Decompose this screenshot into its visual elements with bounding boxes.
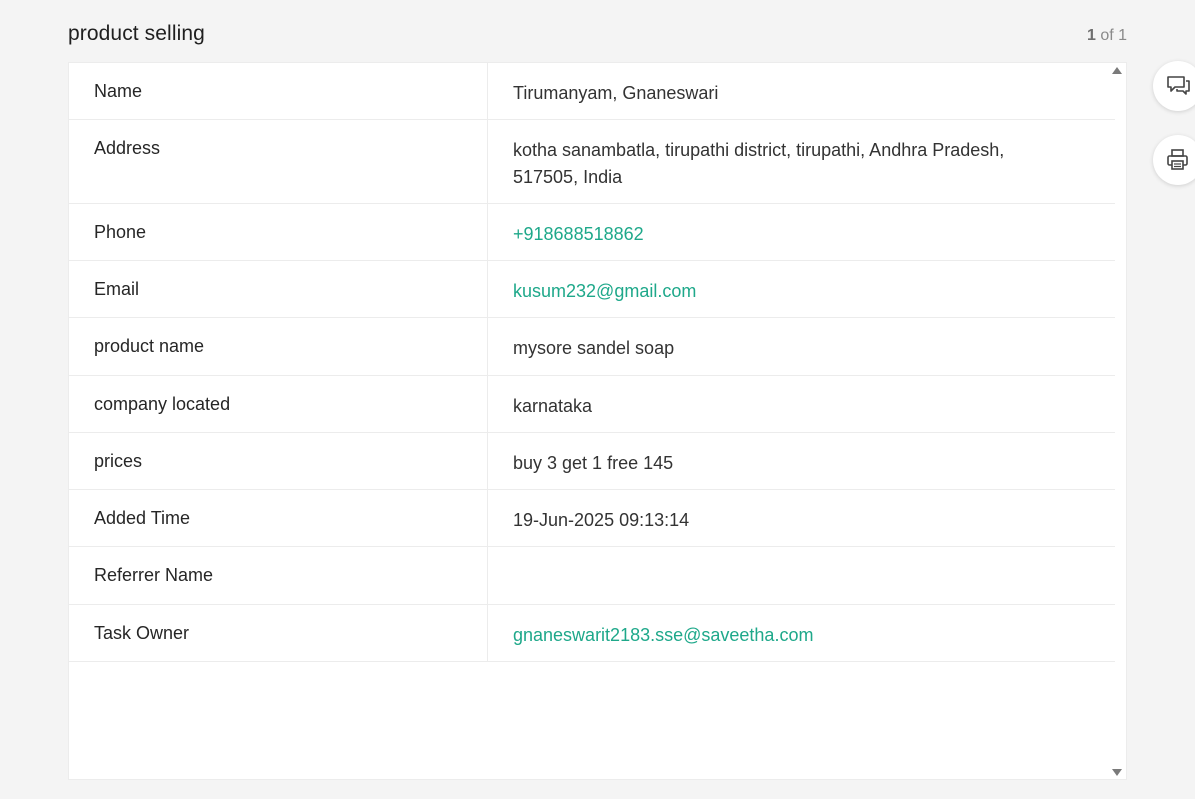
print-button[interactable] — [1153, 135, 1195, 185]
field-value: kotha sanambatla, tirupathi district, ti… — [513, 140, 1005, 187]
record-details-table: Name Tirumanyam, Gnaneswari Address koth… — [69, 63, 1115, 662]
print-icon — [1167, 149, 1188, 170]
comment-button[interactable] — [1153, 61, 1195, 111]
field-value: karnataka — [513, 396, 593, 416]
table-row-task-owner: Task Owner gnaneswarit2183.sse@saveetha.… — [69, 605, 1115, 662]
table-row-prices: prices buy 3 get 1 free 145 — [69, 433, 1115, 490]
table-row-name: Name Tirumanyam, Gnaneswari — [69, 63, 1115, 120]
table-row-company-located: company located karnataka — [69, 376, 1115, 433]
field-label: Address — [69, 120, 488, 203]
field-label: Email — [69, 261, 488, 317]
field-value: 19-Jun-2025 09:13:14 — [513, 510, 690, 530]
field-label: company located — [69, 376, 488, 432]
field-label: Task Owner — [69, 605, 488, 661]
task-owner-link[interactable]: gnaneswarit2183.sse@saveetha.com — [488, 605, 1115, 661]
comment-icon — [1167, 76, 1190, 95]
record-pager: 1 of 1 — [1087, 27, 1127, 45]
pager-total: of 1 — [1100, 27, 1127, 44]
pager-current: 1 — [1086, 27, 1096, 44]
field-label: Phone — [69, 204, 488, 260]
field-label: prices — [69, 433, 488, 489]
page-title: product selling — [68, 22, 205, 45]
table-row-phone: Phone +918688518862 — [69, 204, 1115, 261]
field-label: Added Time — [69, 490, 488, 546]
field-label: product name — [69, 318, 488, 375]
field-value — [488, 547, 1115, 604]
record-view-page: product selling 1 of 1 Name Tirumanyam, … — [0, 0, 1195, 799]
table-row-added-time: Added Time 19-Jun-2025 09:13:14 — [69, 490, 1115, 547]
email-link[interactable]: kusum232@gmail.com — [488, 261, 1115, 317]
table-row-address: Address kotha sanambatla, tirupathi dist… — [69, 120, 1115, 204]
table-row-product-name: product name mysore sandel soap — [69, 318, 1115, 376]
scroll-up-arrow[interactable] — [1112, 67, 1122, 74]
field-label: Referrer Name — [69, 547, 488, 604]
field-value: mysore sandel soap — [513, 338, 675, 358]
record-details-card: Name Tirumanyam, Gnaneswari Address koth… — [68, 62, 1127, 780]
field-value: Tirumanyam, Gnaneswari — [513, 83, 719, 103]
field-label: Name — [69, 63, 488, 119]
table-row-email: Email kusum232@gmail.com — [69, 261, 1115, 318]
table-row-referrer-name: Referrer Name — [69, 547, 1115, 605]
scroll-down-arrow[interactable] — [1112, 769, 1122, 776]
field-value: buy 3 get 1 free 145 — [513, 453, 674, 473]
phone-link[interactable]: +918688518862 — [488, 204, 1115, 260]
